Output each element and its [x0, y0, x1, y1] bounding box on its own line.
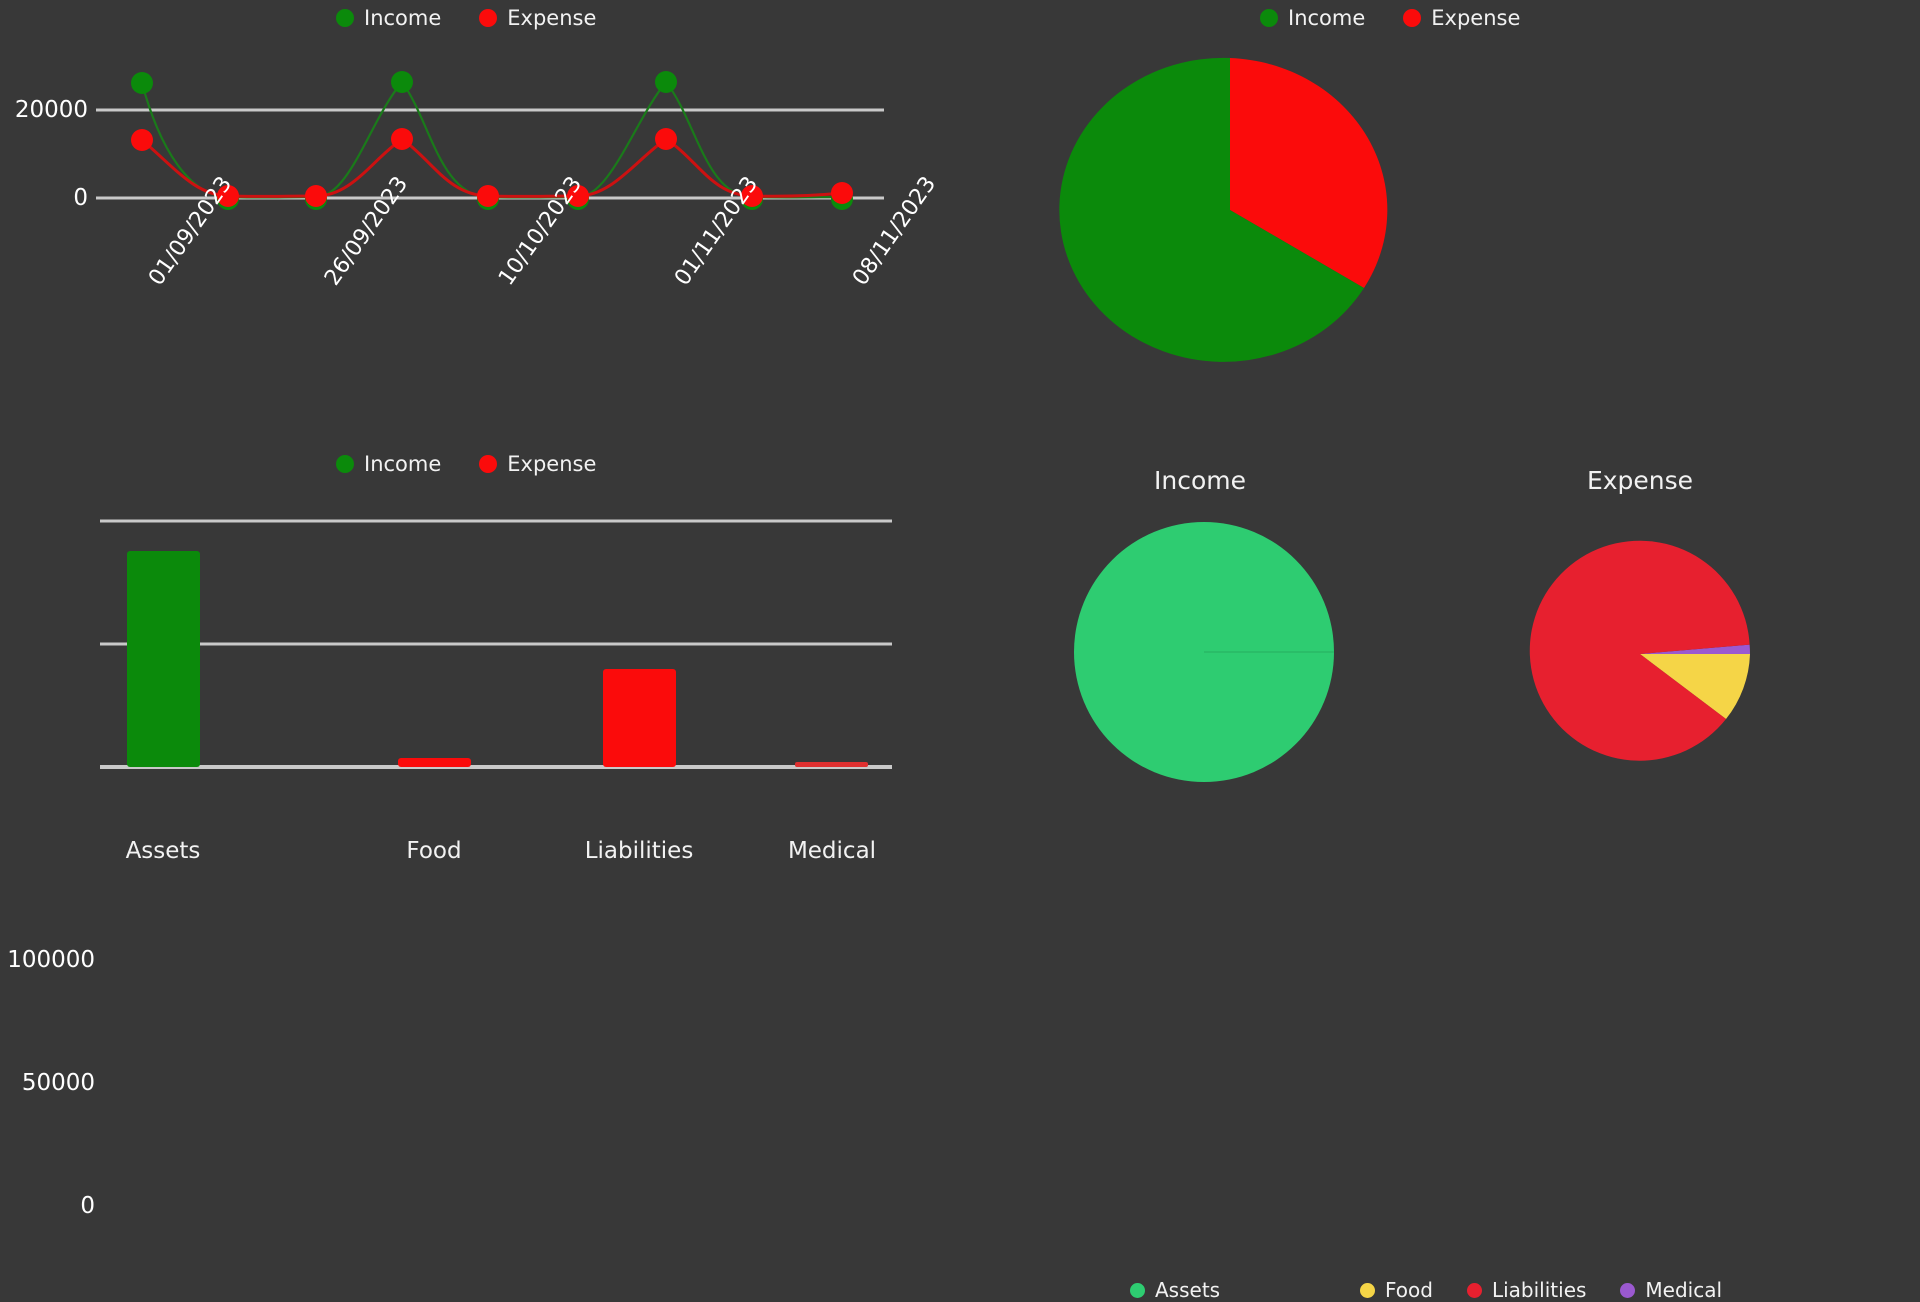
bar-liabilities[interactable] [603, 669, 676, 767]
bar-assets[interactable] [127, 551, 200, 767]
legend-label-assets: Assets [1155, 1278, 1221, 1302]
pie-legend-item-income[interactable]: Income [1260, 6, 1365, 30]
bar-food[interactable] [398, 758, 471, 767]
income-breakdown-pie-svg [1074, 522, 1334, 782]
income-expense-pie-legend: Income Expense [1260, 6, 1520, 30]
legend-label-liabilities: Liabilities [1491, 1278, 1587, 1302]
income-color-swatch-icon [1260, 9, 1278, 27]
expense-breakdown-pie-legend: Food Liabilities Medical [1360, 1278, 1722, 1302]
expense-breakdown-pie-panel: Expense Food Liabilities Medical [1360, 440, 1920, 1302]
expense-breakdown-pie-svg [1529, 540, 1750, 761]
legend-item-food[interactable]: Food [1360, 1278, 1433, 1302]
bar-chart-panel: Income Expense 100000 50000 0 Assets Foo… [0, 440, 960, 1219]
bar-series [127, 551, 868, 767]
legend-label-medical: Medical [1645, 1278, 1723, 1302]
liabilities-color-swatch-icon [1466, 1282, 1482, 1298]
pie-legend-label-income: Income [1288, 6, 1366, 30]
bar-category-label-assets: Assets [125, 838, 201, 864]
food-color-swatch-icon [1360, 1282, 1375, 1298]
pie-legend-item-expense[interactable]: Expense [1403, 6, 1520, 30]
income-breakdown-pie-legend: Assets [1130, 1278, 1220, 1302]
income-expense-pie-svg [1059, 57, 1388, 362]
legend-label-food: Food [1385, 1278, 1433, 1302]
line-chart-svg [96, 71, 884, 210]
pie-legend-label-expense: Expense [1431, 6, 1521, 30]
medical-color-swatch-icon [1620, 1282, 1636, 1298]
bar-category-label-liabilities: Liabilities [584, 838, 694, 864]
bar-category-label-medical: Medical [787, 838, 877, 864]
bar-category-label-food: Food [406, 838, 462, 864]
bar-ytick-100000: 100000 [7, 947, 95, 973]
bar-ytick-50000: 50000 [21, 1070, 95, 1096]
expense-color-swatch-icon [1403, 9, 1422, 27]
bar-ytick-0: 0 [80, 1193, 95, 1219]
legend-item-liabilities[interactable]: Liabilities [1466, 1278, 1587, 1302]
bar-medical[interactable] [795, 762, 868, 767]
line-chart-panel: Income Expense 20000 0 01/09/2023 26/09/… [0, 0, 960, 440]
legend-item-medical[interactable]: Medical [1620, 1278, 1722, 1302]
income-breakdown-pie-title: Income [1154, 466, 1246, 495]
legend-item-assets[interactable]: Assets [1130, 1278, 1220, 1302]
assets-color-swatch-icon [1130, 1282, 1145, 1298]
expense-breakdown-pie-title: Expense [1586, 466, 1694, 495]
income-breakdown-pie-panel: Income Assets [960, 440, 1440, 1302]
bar-chart-svg [100, 519, 892, 769]
income-expense-pie-panel: Income Expense [960, 0, 1920, 440]
